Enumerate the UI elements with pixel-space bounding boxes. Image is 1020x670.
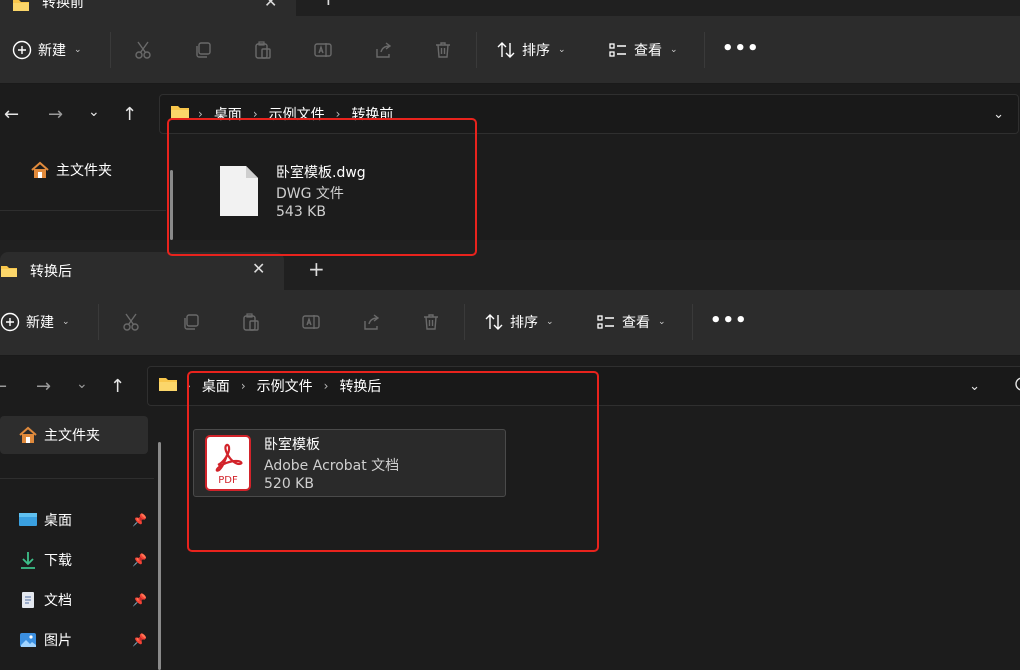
folder-icon [0, 264, 18, 282]
pin-icon[interactable]: 📌 [132, 593, 147, 607]
recent-locations-icon[interactable]: ⌄ [76, 376, 88, 392]
tab-title: 转换前 [42, 0, 84, 11]
new-tab-button[interactable]: + [320, 0, 337, 10]
view-icon [609, 43, 626, 57]
sort-icon [497, 42, 515, 58]
sidebar-item-label: 主文件夹 [44, 428, 100, 444]
sort-button[interactable]: 排序 ⌄ [496, 40, 566, 60]
plus-circle-icon [12, 40, 32, 60]
sort-icon [485, 314, 503, 330]
sidebar-item-label: 下载 [44, 553, 72, 569]
up-icon[interactable]: ↑ [110, 376, 125, 397]
sidebar-item-label: 桌面 [44, 513, 72, 529]
pin-icon[interactable]: 📌 [132, 553, 147, 567]
view-button[interactable]: 查看 ⌄ [608, 40, 678, 60]
cut-icon[interactable] [133, 40, 153, 64]
document-icon [22, 592, 34, 608]
divider [692, 304, 693, 340]
forward-icon[interactable]: → [48, 104, 63, 125]
chevron-down-icon: ⌄ [62, 317, 70, 327]
download-icon [21, 552, 35, 569]
divider [704, 32, 705, 68]
chevron-down-icon: ⌄ [670, 45, 678, 55]
cut-icon[interactable] [121, 312, 141, 336]
close-tab-icon[interactable]: ✕ [264, 0, 277, 11]
rename-icon[interactable] [301, 312, 321, 336]
desktop-icon [19, 513, 37, 526]
sidebar-item-pictures[interactable]: 图片 [18, 630, 72, 650]
divider [464, 304, 465, 340]
share-icon[interactable] [361, 312, 381, 336]
sidebar-item-desktop[interactable]: 桌面 [18, 510, 72, 530]
paste-icon[interactable] [241, 312, 261, 336]
chevron-down-icon[interactable]: ⌄ [993, 107, 1004, 122]
nav-area: ← → ⌄ ↑ › 桌面 › 示例文件 › 转换前 ⌄ 主文件夹 卧室模板.dw… [0, 84, 1020, 240]
divider [0, 210, 166, 211]
new-button[interactable]: 新建 ⌄ [0, 312, 70, 332]
close-tab-icon[interactable]: ✕ [252, 259, 265, 278]
chevron-down-icon[interactable]: ⌄ [969, 379, 980, 394]
sidebar-item-documents[interactable]: 文档 [18, 590, 72, 610]
tab-title: 转换后 [30, 264, 72, 280]
back-icon[interactable]: ← [4, 104, 19, 125]
delete-icon[interactable] [421, 312, 441, 336]
tab-after[interactable]: 转换后 ✕ [0, 252, 284, 290]
forward-icon[interactable]: → [36, 376, 51, 397]
sort-button[interactable]: 排序 ⌄ [484, 312, 554, 332]
pin-icon[interactable]: 📌 [132, 633, 147, 647]
sidebar-item-label: 文档 [44, 593, 72, 609]
share-icon[interactable] [373, 40, 393, 64]
folder-icon [158, 376, 178, 396]
divider [0, 478, 154, 479]
view-label: 查看 [622, 315, 650, 331]
chevron-down-icon: ⌄ [558, 45, 566, 55]
sort-label: 排序 [510, 315, 538, 331]
tab-bar: 转换前 ✕ + [0, 0, 1020, 16]
new-tab-button[interactable]: + [308, 257, 325, 281]
view-button[interactable]: 查看 ⌄ [596, 312, 666, 332]
new-label: 新建 [26, 315, 54, 331]
paste-icon[interactable] [253, 40, 273, 64]
pin-icon[interactable]: 📌 [132, 513, 147, 527]
plus-circle-icon [0, 312, 20, 332]
divider [110, 32, 111, 68]
sort-label: 排序 [522, 43, 550, 59]
sidebar-item-label: 图片 [44, 633, 72, 649]
copy-icon[interactable] [193, 40, 213, 64]
copy-icon[interactable] [181, 312, 201, 336]
chevron-down-icon: ⌄ [546, 317, 554, 327]
highlight-box-after [187, 371, 599, 552]
up-icon[interactable]: ↑ [122, 104, 137, 125]
more-options-button[interactable]: ••• [710, 310, 748, 331]
pictures-icon [20, 633, 36, 647]
highlight-box-before [167, 118, 477, 256]
tab-bar: 转换后 ✕ + [0, 240, 1020, 290]
command-bar: 新建 ⌄ 排序 ⌄ 查看 ⌄ ••• [0, 290, 1020, 356]
rename-icon[interactable] [313, 40, 333, 64]
sidebar-item-downloads[interactable]: 下载 [18, 550, 72, 570]
search-icon[interactable] [1012, 376, 1020, 398]
delete-icon[interactable] [433, 40, 453, 64]
back-icon[interactable]: ← [0, 376, 7, 397]
chevron-down-icon: ⌄ [658, 317, 666, 327]
divider [476, 32, 477, 68]
recent-locations-icon[interactable]: ⌄ [88, 104, 100, 120]
sidebar-item-label: 主文件夹 [56, 163, 112, 179]
new-button[interactable]: 新建 ⌄ [12, 40, 82, 60]
view-icon [597, 315, 614, 329]
new-label: 新建 [38, 43, 66, 59]
explorer-window-before: 转换前 ✕ + 新建 ⌄ 排序 ⌄ 查看 ⌄ ••• ← [0, 0, 1020, 240]
view-label: 查看 [634, 43, 662, 59]
home-icon [19, 426, 37, 443]
command-bar: 新建 ⌄ 排序 ⌄ 查看 ⌄ ••• [0, 16, 1020, 84]
sidebar-item-home[interactable]: 主文件夹 [30, 160, 112, 180]
sidebar-item-home[interactable]: 主文件夹 [0, 416, 148, 454]
home-icon [31, 161, 49, 178]
divider [98, 304, 99, 340]
tab-before[interactable]: 转换前 ✕ [0, 0, 296, 16]
folder-icon [12, 0, 30, 16]
scrollbar[interactable] [158, 442, 161, 670]
more-options-button[interactable]: ••• [722, 38, 760, 59]
chevron-down-icon: ⌄ [74, 45, 82, 55]
